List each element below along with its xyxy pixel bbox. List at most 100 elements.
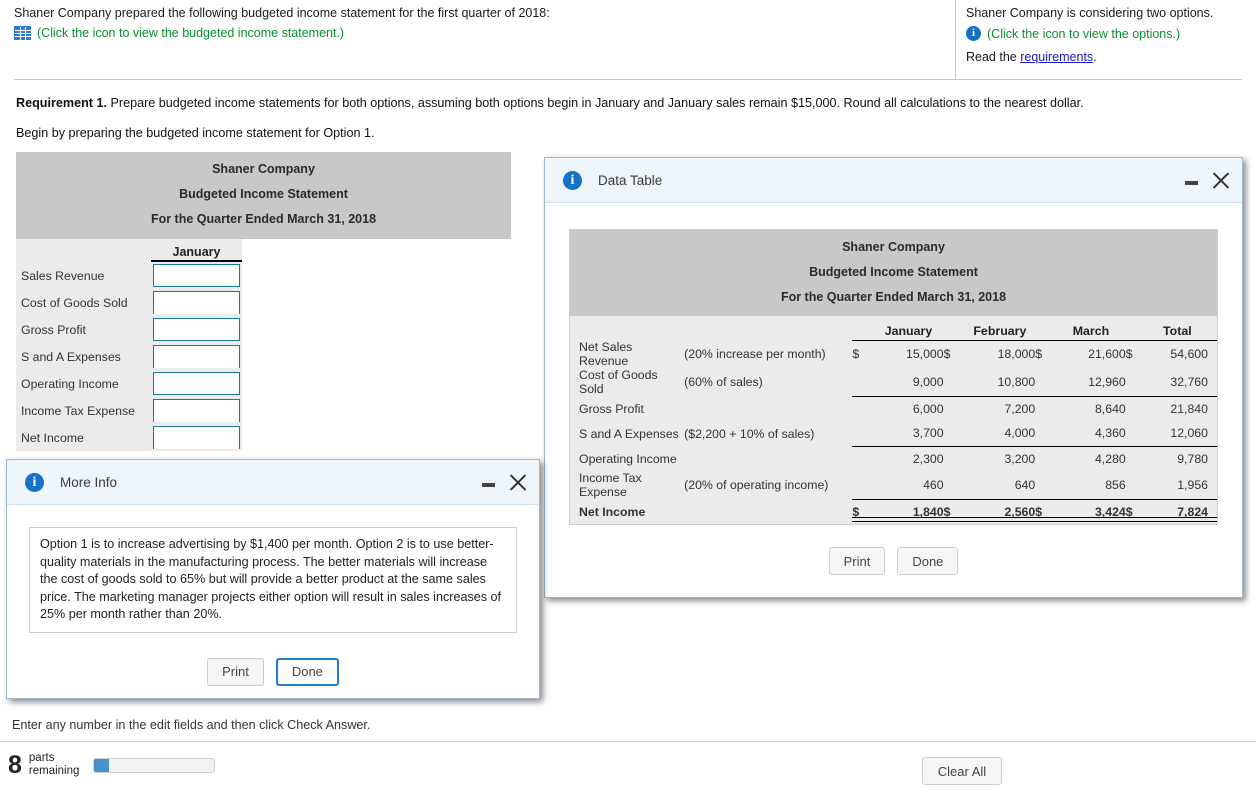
done-button[interactable]: Done — [897, 547, 959, 575]
read-requirements-suffix: . — [1093, 50, 1097, 64]
worksheet-row-label: S and A Expenses — [21, 349, 121, 364]
progress-bar — [93, 757, 216, 773]
info-icon[interactable]: i — [966, 26, 981, 41]
worksheet-input-gross-profit[interactable] — [153, 318, 240, 341]
data-table-row-note: (20% of operating income) — [684, 478, 829, 492]
progress-bar-fill — [94, 758, 109, 772]
data-table-cell: 12,060 — [1146, 421, 1217, 447]
data-table-currency-symbol: $ — [1035, 498, 1057, 524]
data-table-currency-symbol: $ — [1125, 498, 1147, 524]
data-table-title-block: Shaner Company Budgeted Income Statement… — [570, 230, 1217, 316]
data-table-cell: 4,360 — [1056, 421, 1126, 447]
parts-label-line2: remaining — [28, 765, 80, 777]
data-table-buttons: Print Done — [545, 547, 1242, 575]
worksheet-input-net-income[interactable] — [153, 426, 240, 449]
print-button[interactable]: Print — [828, 547, 886, 575]
data-table-cell: 1,840 — [873, 498, 944, 524]
data-table-row-note: (60% of sales) — [684, 375, 763, 389]
data-table-cell: 7,200 — [1004, 401, 1036, 416]
footer-divider — [0, 741, 1256, 742]
problem-header-right: Shaner Company is considering two option… — [966, 4, 1250, 64]
more-info-body: Option 1 is to increase advertising by $… — [29, 527, 517, 633]
data-table-row: Net Sales Revenue (20% increase per month… — [570, 340, 1217, 368]
data-table-row: Net Income $1,840 $2,560 $3,424 $7,824 — [570, 498, 1218, 524]
data-table-cell: 18,000 — [997, 347, 1036, 362]
data-table-cell: 640 — [964, 471, 1036, 500]
problem-intro-text: Shaner Company prepared the following bu… — [14, 6, 550, 20]
data-table-row-label: Operating Income — [579, 451, 677, 466]
worksheet-input-s-and-a-expenses[interactable] — [153, 345, 240, 368]
data-table-currency-symbol: $ — [1125, 347, 1133, 362]
worksheet-input-cost-of-goods-sold[interactable] — [153, 291, 240, 314]
begin-instruction: Begin by preparing the budgeted income s… — [16, 126, 375, 140]
data-table-row: Operating Income 2,300 3,200 4,280 9,780 — [570, 446, 1217, 471]
close-icon[interactable] — [1212, 171, 1230, 189]
more-info-titlebar: i More Info — [7, 460, 539, 505]
worksheet-row-label: Income Tax Expense — [21, 403, 135, 418]
worksheet-rows: Sales Revenue Cost of Goods Sold Gross Pro… — [16, 262, 242, 451]
data-table-cell: 1,956 — [1146, 471, 1217, 500]
data-table-row: Income Tax Expense (20% of operating inco… — [570, 471, 1217, 500]
minimize-icon[interactable] — [482, 483, 495, 487]
header-divider — [955, 0, 956, 79]
info-icon: i — [563, 170, 582, 190]
worksheet-row: Operating Income — [16, 370, 242, 397]
worksheet-row: Net Income — [16, 424, 242, 451]
data-table-currency-symbol: $ — [852, 498, 874, 524]
data-table-row-note: (20% increase per month) — [684, 347, 826, 361]
worksheet-input-operating-income[interactable] — [153, 372, 240, 395]
parts-remaining-count: 8 — [8, 750, 22, 779]
data-table-company-name: Shaner Company — [842, 240, 945, 254]
worksheet-row-input-cell — [151, 372, 242, 395]
done-button[interactable]: Done — [275, 657, 339, 686]
read-requirements-row: Read the requirements. — [966, 50, 1250, 64]
data-table-row-label: Cost of Goods Sold — [579, 368, 658, 396]
minimize-icon[interactable] — [1185, 181, 1198, 185]
worksheet-statement-name: Budgeted Income Statement — [179, 187, 348, 201]
clear-all-button[interactable]: Clear All — [922, 757, 1002, 785]
data-table-currency-symbol — [1035, 471, 1057, 500]
data-table-row-note — [684, 499, 852, 524]
parts-label-line1: parts — [28, 752, 55, 764]
worksheet-row-label: Operating Income — [21, 376, 119, 391]
data-table-currency-symbol — [852, 471, 874, 500]
data-table-currency-symbol — [1125, 421, 1147, 447]
data-table-column-header: March — [1056, 316, 1126, 341]
data-table-titlebar: i Data Table — [545, 158, 1242, 203]
requirements-link[interactable]: requirements — [1020, 50, 1093, 64]
worksheet-input-sales-revenue[interactable] — [153, 264, 240, 287]
more-info-title: More Info — [60, 474, 118, 490]
data-table-currency-symbol — [852, 368, 874, 397]
data-table-window-controls — [1185, 171, 1230, 189]
worksheet-option1: Shaner Company Budgeted Income Statement… — [16, 152, 511, 451]
close-icon[interactable] — [509, 473, 527, 491]
data-table-currency-symbol — [852, 446, 873, 471]
grid-icon[interactable] — [14, 26, 32, 41]
data-table-cell: 54,600 — [1170, 347, 1208, 362]
worksheet-row-input-cell — [151, 264, 242, 287]
budgeted-statement-link-row[interactable]: (Click the icon to view the budgeted inc… — [14, 26, 954, 41]
options-link-text[interactable]: (Click the icon to view the options.) — [987, 27, 1180, 41]
problem-header: Shaner Company prepared the following bu… — [0, 0, 1256, 80]
options-link-row[interactable]: i (Click the icon to view the options.) — [966, 26, 1250, 41]
worksheet-row-label: Gross Profit — [21, 322, 86, 337]
data-table-currency-symbol: $ — [1035, 347, 1043, 362]
data-table-cell: 15,000 — [905, 347, 944, 362]
parts-remaining-label: parts remaining — [29, 752, 80, 778]
data-table-dialog[interactable]: i Data Table Shaner Company Budgeted Inc… — [544, 157, 1243, 598]
print-button[interactable]: Print — [207, 657, 264, 686]
more-info-dialog[interactable]: i More Info Option 1 is to increase adve… — [6, 459, 540, 699]
data-table-cell: 460 — [873, 471, 944, 500]
data-table-row: Gross Profit 6,000 7,200 8,640 21,840 — [570, 396, 1217, 421]
data-table-row-label: Gross Profit — [579, 401, 644, 416]
budgeted-statement-link-text[interactable]: (Click the icon to view the budgeted inc… — [37, 26, 344, 40]
data-table-header-row: January February March Total — [570, 316, 1217, 341]
data-table-currency-symbol: $ — [852, 347, 860, 362]
header-bottom-rule — [14, 79, 1242, 80]
worksheet-input-income-tax-expense[interactable] — [153, 399, 240, 422]
worksheet-row-label: Net Income — [21, 430, 84, 445]
data-table-cell: 10,800 — [964, 368, 1036, 397]
data-table-col-blank — [570, 316, 684, 340]
data-table-column-header: Total — [1146, 316, 1217, 341]
requirement-label: Requirement 1. — [16, 96, 107, 110]
